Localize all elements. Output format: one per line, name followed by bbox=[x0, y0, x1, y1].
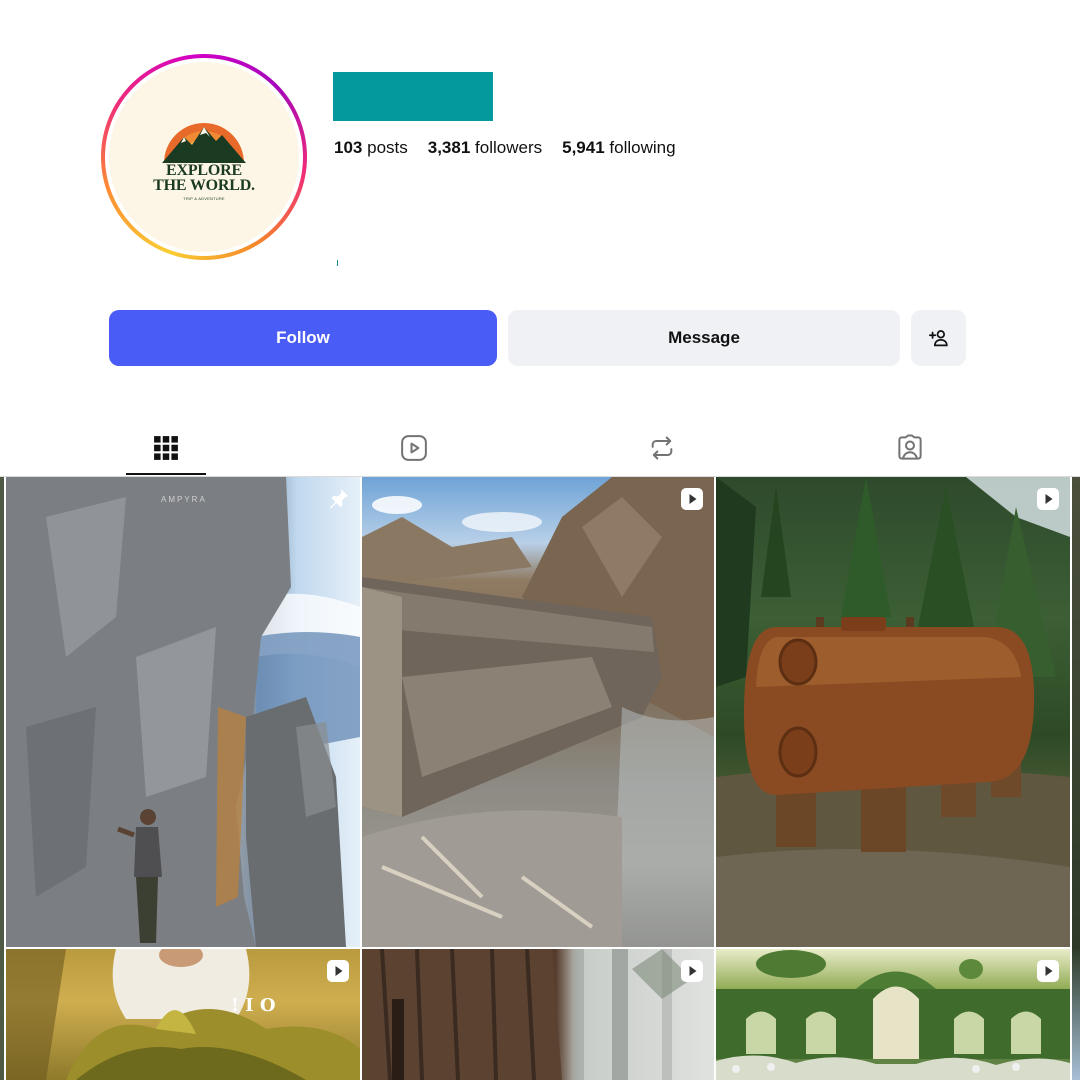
reels-icon bbox=[401, 435, 427, 461]
tab-posts[interactable] bbox=[126, 420, 206, 476]
following-label: following bbox=[609, 138, 676, 157]
post-image bbox=[716, 477, 1070, 947]
adjacent-post-edge bbox=[1072, 477, 1080, 1080]
posts-count: 103 bbox=[334, 138, 363, 157]
post-tile[interactable] bbox=[362, 477, 714, 947]
pin-icon bbox=[330, 489, 348, 509]
mountain-sun-logo-icon bbox=[162, 123, 246, 163]
post-image bbox=[362, 477, 714, 947]
tab-tagged[interactable] bbox=[870, 420, 950, 476]
logo-title-line-2: THE WORLD. bbox=[153, 177, 255, 194]
followers-stat[interactable]: 3,381 followers bbox=[428, 138, 542, 158]
following-count: 5,941 bbox=[562, 138, 605, 157]
watermark-text: AMPYRA bbox=[161, 495, 207, 504]
following-stat[interactable]: 5,941 following bbox=[562, 138, 675, 158]
reel-icon bbox=[1037, 960, 1059, 982]
tab-reposts[interactable] bbox=[622, 420, 702, 476]
person-add-icon bbox=[928, 330, 948, 347]
tagged-icon bbox=[898, 434, 922, 460]
reel-icon bbox=[1037, 488, 1059, 510]
reposts-icon bbox=[651, 436, 673, 460]
posts-label: posts bbox=[367, 138, 408, 157]
grid-icon bbox=[154, 436, 178, 460]
post-tile[interactable] bbox=[716, 949, 1070, 1080]
brand-logo: EXPLORE THE WORLD. TRIP & ADVENTURE bbox=[109, 62, 299, 252]
username-redacted bbox=[333, 72, 493, 121]
profile-tabs bbox=[0, 420, 1080, 476]
adjacent-post-edge bbox=[0, 477, 4, 1080]
post-image bbox=[716, 950, 1070, 1080]
svg-text:! I O: ! I O bbox=[231, 995, 276, 1016]
avatar[interactable]: EXPLORE THE WORLD. TRIP & ADVENTURE bbox=[101, 54, 307, 260]
tab-reels[interactable] bbox=[374, 420, 454, 476]
post-image: ! I O bbox=[6, 949, 360, 1080]
post-grid: AMPYRA ! I O bbox=[0, 477, 1080, 1080]
post-tile[interactable] bbox=[362, 949, 714, 1080]
reel-icon bbox=[681, 960, 703, 982]
followers-label: followers bbox=[475, 138, 543, 157]
message-button[interactable]: Message bbox=[508, 310, 900, 366]
logo-subtitle: TRIP & ADVENTURE bbox=[183, 196, 225, 201]
post-tile[interactable]: AMPYRA bbox=[6, 477, 360, 947]
posts-stat[interactable]: 103 posts bbox=[334, 138, 408, 158]
post-image: AMPYRA bbox=[6, 477, 360, 947]
post-tile[interactable]: ! I O bbox=[6, 949, 360, 1080]
logo-title-line-1: EXPLORE bbox=[166, 162, 242, 179]
post-image bbox=[362, 949, 692, 1080]
active-tab-indicator bbox=[126, 473, 206, 475]
profile-stats: 103 posts 3,381 followers 5,941 followin… bbox=[334, 138, 676, 158]
post-tile[interactable] bbox=[716, 477, 1070, 947]
suggest-user-button[interactable] bbox=[911, 310, 966, 366]
followers-count: 3,381 bbox=[427, 138, 471, 157]
bio-link-fragment bbox=[337, 260, 338, 266]
reel-icon bbox=[327, 960, 349, 982]
reel-icon bbox=[681, 488, 703, 510]
follow-button[interactable]: Follow bbox=[109, 310, 497, 366]
